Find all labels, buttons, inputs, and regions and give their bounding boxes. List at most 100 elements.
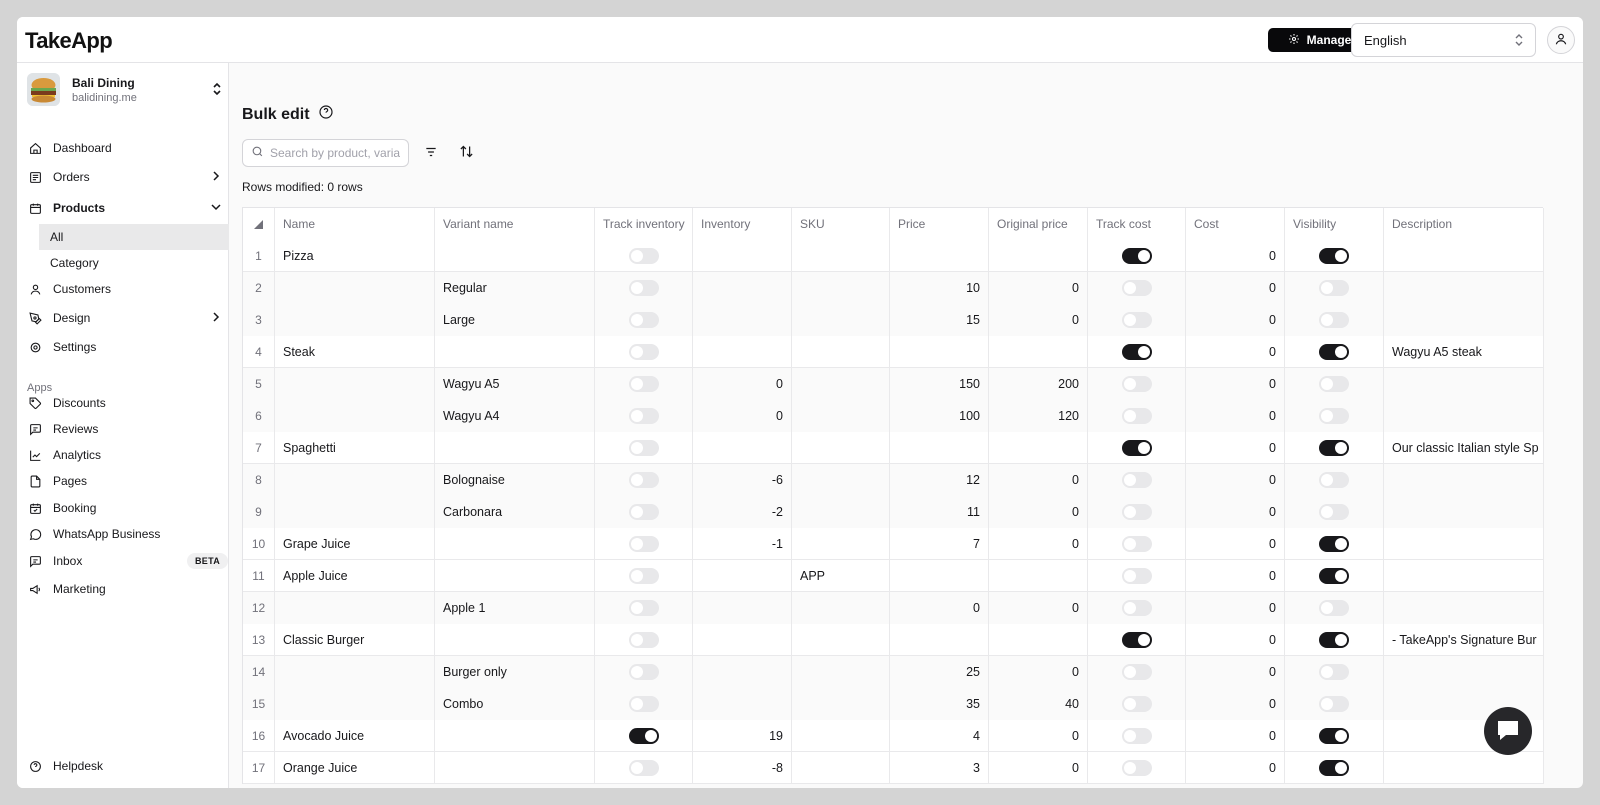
- cell-variant-name[interactable]: [435, 432, 595, 464]
- sort-button[interactable]: [456, 143, 476, 163]
- cell-price[interactable]: [890, 240, 989, 272]
- track-inventory-toggle[interactable]: [628, 632, 659, 648]
- track-inventory-toggle[interactable]: [628, 696, 659, 712]
- cell-track-inventory[interactable]: [595, 624, 693, 656]
- cell-price[interactable]: 7: [890, 528, 989, 560]
- cell-inventory[interactable]: [693, 336, 792, 368]
- row-number[interactable]: 12: [243, 592, 275, 624]
- visibility-toggle[interactable]: [1319, 472, 1349, 488]
- cell-inventory[interactable]: [693, 688, 792, 720]
- cell-original-price[interactable]: 200: [989, 368, 1088, 400]
- cell-inventory[interactable]: -1: [693, 528, 792, 560]
- cell-visibility[interactable]: [1285, 528, 1384, 560]
- cell-name[interactable]: Steak: [275, 336, 435, 368]
- cell-track-cost[interactable]: [1088, 432, 1186, 464]
- track-inventory-toggle[interactable]: [628, 344, 659, 360]
- cell-cost[interactable]: 0: [1186, 528, 1285, 560]
- column-header-name[interactable]: Name: [275, 208, 435, 240]
- track-cost-toggle[interactable]: [1121, 632, 1152, 648]
- row-number[interactable]: 17: [243, 752, 275, 784]
- cell-inventory[interactable]: [693, 624, 792, 656]
- sidebar-item-dashboard[interactable]: Dashboard: [27, 135, 222, 161]
- cell-track-inventory[interactable]: [595, 752, 693, 784]
- cell-inventory[interactable]: [693, 272, 792, 304]
- cell-price[interactable]: 0: [890, 592, 989, 624]
- filter-button[interactable]: [421, 143, 441, 163]
- sidebar-item-booking[interactable]: Booking: [27, 495, 222, 521]
- cell-track-cost[interactable]: [1088, 496, 1186, 528]
- cell-name[interactable]: [275, 304, 435, 336]
- cell-track-inventory[interactable]: [595, 304, 693, 336]
- row-number[interactable]: 15: [243, 688, 275, 720]
- cell-track-cost[interactable]: [1088, 368, 1186, 400]
- cell-visibility[interactable]: [1285, 432, 1384, 464]
- cell-variant-name[interactable]: [435, 624, 595, 656]
- sidebar-item-pages[interactable]: Pages: [27, 468, 222, 494]
- cell-sku[interactable]: [792, 272, 890, 304]
- cell-original-price[interactable]: [989, 336, 1088, 368]
- track-cost-toggle[interactable]: [1121, 664, 1152, 680]
- cell-sku[interactable]: [792, 656, 890, 688]
- cell-description[interactable]: [1384, 272, 1544, 304]
- track-cost-toggle[interactable]: [1121, 248, 1152, 264]
- cell-variant-name[interactable]: Bolognaise: [435, 464, 595, 496]
- cell-variant-name[interactable]: [435, 560, 595, 592]
- cell-original-price[interactable]: 40: [989, 688, 1088, 720]
- cell-description[interactable]: [1384, 592, 1544, 624]
- visibility-toggle[interactable]: [1319, 408, 1349, 424]
- cell-variant-name[interactable]: Burger only: [435, 656, 595, 688]
- cell-cost[interactable]: 0: [1186, 368, 1285, 400]
- cell-sku[interactable]: [792, 720, 890, 752]
- cell-track-inventory[interactable]: [595, 464, 693, 496]
- cell-original-price[interactable]: 0: [989, 496, 1088, 528]
- track-cost-toggle[interactable]: [1121, 760, 1152, 776]
- cell-sku[interactable]: [792, 432, 890, 464]
- track-cost-toggle[interactable]: [1121, 376, 1152, 392]
- cell-track-inventory[interactable]: [595, 368, 693, 400]
- cell-inventory[interactable]: 19: [693, 720, 792, 752]
- cell-price[interactable]: 10: [890, 272, 989, 304]
- visibility-toggle[interactable]: [1319, 376, 1349, 392]
- cell-variant-name[interactable]: [435, 240, 595, 272]
- cell-inventory[interactable]: [693, 432, 792, 464]
- cell-description[interactable]: [1384, 496, 1544, 528]
- cell-price[interactable]: [890, 336, 989, 368]
- cell-cost[interactable]: 0: [1186, 240, 1285, 272]
- visibility-toggle[interactable]: [1319, 664, 1349, 680]
- cell-track-inventory[interactable]: [595, 656, 693, 688]
- column-header-track-cost[interactable]: Track cost: [1088, 208, 1186, 240]
- cell-inventory[interactable]: -8: [693, 752, 792, 784]
- cell-price[interactable]: 12: [890, 464, 989, 496]
- sidebar-item-whatsapp-business[interactable]: WhatsApp Business: [27, 521, 222, 547]
- cell-original-price[interactable]: 0: [989, 592, 1088, 624]
- cell-track-cost[interactable]: [1088, 336, 1186, 368]
- sidebar-item-inbox[interactable]: Inbox BETA: [27, 548, 229, 574]
- cell-variant-name[interactable]: Wagyu A5: [435, 368, 595, 400]
- track-cost-toggle[interactable]: [1121, 280, 1152, 296]
- track-inventory-toggle[interactable]: [628, 504, 659, 520]
- track-cost-toggle[interactable]: [1121, 344, 1152, 360]
- cell-track-inventory[interactable]: [595, 528, 693, 560]
- track-cost-toggle[interactable]: [1121, 504, 1152, 520]
- cell-price[interactable]: 25: [890, 656, 989, 688]
- cell-track-cost[interactable]: [1088, 304, 1186, 336]
- track-cost-toggle[interactable]: [1121, 696, 1152, 712]
- cell-name[interactable]: [275, 592, 435, 624]
- track-inventory-toggle[interactable]: [628, 664, 659, 680]
- cell-track-inventory[interactable]: [595, 688, 693, 720]
- cell-variant-name[interactable]: Wagyu A4: [435, 400, 595, 432]
- cell-description[interactable]: [1384, 752, 1544, 784]
- cell-name[interactable]: [275, 368, 435, 400]
- cell-variant-name[interactable]: Large: [435, 304, 595, 336]
- cell-name[interactable]: [275, 496, 435, 528]
- cell-description[interactable]: [1384, 464, 1544, 496]
- search-input[interactable]: [270, 146, 400, 160]
- column-header-sku[interactable]: SKU: [792, 208, 890, 240]
- cell-visibility[interactable]: [1285, 752, 1384, 784]
- cell-track-cost[interactable]: [1088, 400, 1186, 432]
- visibility-toggle[interactable]: [1319, 568, 1349, 584]
- cell-price[interactable]: 35: [890, 688, 989, 720]
- cell-price[interactable]: [890, 624, 989, 656]
- cell-visibility[interactable]: [1285, 656, 1384, 688]
- cell-cost[interactable]: 0: [1186, 400, 1285, 432]
